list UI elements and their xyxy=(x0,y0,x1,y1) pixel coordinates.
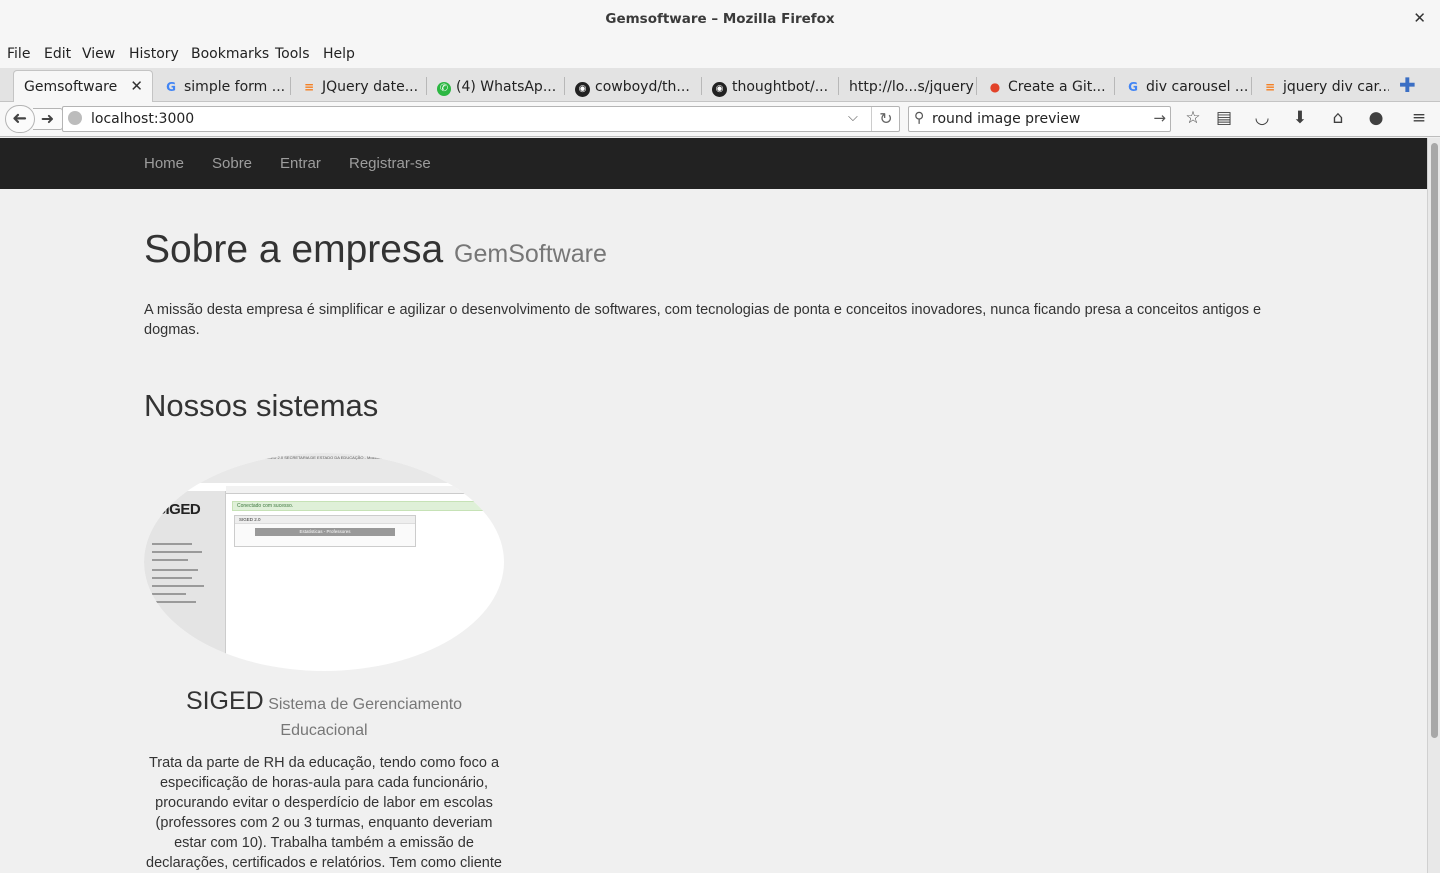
tab-label: Create a Git... xyxy=(1008,79,1106,95)
system-description: Trata da parte de RH da educação, tendo … xyxy=(146,755,502,871)
tab-localhost-jquery[interactable]: http://lo...s/jquery xyxy=(839,72,976,102)
window-title: Gemsoftware – Mozilla Firefox xyxy=(605,11,835,27)
tab-cowboyd[interactable]: ◉ cowboyd/th... xyxy=(565,72,701,102)
tab-label: http://lo...s/jquery xyxy=(849,79,974,95)
scrollbar-thumb[interactable] xyxy=(1431,143,1438,738)
search-input[interactable] xyxy=(932,110,1147,128)
reading-list-icon[interactable]: ▤ xyxy=(1213,108,1235,128)
tab-bar: Gemsoftware ✕ Gsimple form ... ≡ JQuery d… xyxy=(0,68,1440,103)
back-forward-group: ➜ ➜ xyxy=(5,105,63,133)
thumb-sidebar-line xyxy=(152,559,188,561)
site-identity-icon[interactable] xyxy=(68,111,82,125)
siged-screenshot-image: SIGED 2.0 SECRETARIA DE ESTADO DA EDUCAÇ… xyxy=(144,453,504,671)
system-name: SIGED xyxy=(185,687,264,715)
home-icon[interactable]: ⌂ xyxy=(1327,108,1349,128)
tab-whatsapp[interactable]: ✆ (4) WhatsAp... xyxy=(427,72,564,102)
google-icon: G xyxy=(1128,80,1138,94)
menu-file[interactable]: File xyxy=(7,46,30,62)
chevron-down-icon[interactable]: ⌵ xyxy=(848,110,858,125)
downloads-icon[interactable]: ⬇ xyxy=(1289,108,1311,128)
window-close-icon[interactable]: ✕ xyxy=(1413,9,1426,27)
search-go-icon[interactable]: → xyxy=(1153,109,1166,127)
arrow-right-icon: ➜ xyxy=(40,109,55,128)
thumb-sidebar-line xyxy=(152,551,202,553)
new-tab-icon[interactable]: ✚ xyxy=(1399,73,1416,97)
tab-div-carousel[interactable]: Gdiv carousel ... xyxy=(1115,72,1251,102)
page-title: Sobre a empresa GemSoftware xyxy=(144,228,607,272)
nav-link-registrar[interactable]: Registrar-se xyxy=(349,155,431,172)
whatsapp-icon: ✆ xyxy=(437,82,451,96)
search-bar[interactable]: ⚲ → xyxy=(908,106,1171,132)
mission-text: A missão desta empresa é simplificar e a… xyxy=(144,302,1262,338)
tab-label: Gemsoftware xyxy=(24,79,118,95)
github-icon: ◉ xyxy=(712,82,727,97)
menu-bookmarks[interactable]: Bookmarks xyxy=(191,46,269,62)
window-titlebar: Gemsoftware – Mozilla Firefox ✕ xyxy=(0,0,1440,40)
stackoverflow-icon: ≡ xyxy=(303,80,315,94)
chat-icon[interactable]: ● xyxy=(1365,108,1387,128)
tab-label: simple form ... xyxy=(184,79,286,95)
menu-tools[interactable]: Tools xyxy=(275,46,310,62)
menu-edit[interactable]: Edit xyxy=(44,46,71,62)
tab-gemsoftware[interactable]: Gemsoftware ✕ xyxy=(13,70,153,103)
back-button[interactable]: ➜ xyxy=(5,105,35,133)
tab-jquery-date[interactable]: ≡ JQuery date... xyxy=(291,72,426,102)
tab-label: JQuery date... xyxy=(322,79,419,95)
nav-link-home[interactable]: Home xyxy=(144,155,184,172)
github-icon: ◉ xyxy=(575,82,590,97)
tab-label: jquery div car... xyxy=(1283,79,1389,95)
page-content: Home Sobre Entrar Registrar-se Sobre a e… xyxy=(0,138,1427,873)
tab-jquery-div-car[interactable]: ≡ jquery div car... xyxy=(1252,72,1389,102)
menu-bar: File Edit View History Bookmarks Tools H… xyxy=(0,40,1440,68)
nav-link-entrar[interactable]: Entrar xyxy=(280,155,321,172)
pocket-icon[interactable]: ◡ xyxy=(1251,108,1273,128)
thumb-sidebar-line xyxy=(152,543,192,545)
page-scrollbar[interactable] xyxy=(1427,138,1440,873)
tab-create-git[interactable]: ● Create a Git... xyxy=(977,72,1114,102)
menu-icon[interactable]: ≡ xyxy=(1408,108,1430,128)
thumb-sidebar-line xyxy=(152,569,198,571)
url-input[interactable] xyxy=(91,110,831,128)
arrow-left-icon: ➜ xyxy=(12,108,28,129)
thumb-panel: SIGED 2.0 Estatísticas - Professores xyxy=(234,515,416,547)
system-subtitle: Sistema de Gerenciamento Educacional xyxy=(268,696,463,739)
menu-view[interactable]: View xyxy=(82,46,115,62)
site-navbar: Home Sobre Entrar Registrar-se xyxy=(0,138,1427,189)
thumb-sidebar xyxy=(144,491,226,671)
reload-icon[interactable]: ↻ xyxy=(871,107,900,131)
thumb-topbar xyxy=(226,486,504,494)
bookmark-star-icon[interactable]: ☆ xyxy=(1182,108,1204,128)
thumb-alert: Conectado com sucesso. xyxy=(232,501,504,511)
tab-label: (4) WhatsAp... xyxy=(456,79,557,95)
forward-button[interactable]: ➜ xyxy=(33,108,63,130)
tab-thoughtbot[interactable]: ◉ thoughtbot/... xyxy=(702,72,838,102)
tab-label: div carousel ... xyxy=(1146,79,1249,95)
google-icon: G xyxy=(166,80,176,94)
thumb-sidebar-line xyxy=(152,593,186,595)
search-icon: ⚲ xyxy=(914,110,925,126)
thumb-panel-title: SIGED 2.0 xyxy=(235,516,415,524)
menu-help[interactable]: Help xyxy=(323,46,355,62)
gitlab-icon: ● xyxy=(989,80,1001,94)
tab-simple-form[interactable]: Gsimple form ... xyxy=(153,72,290,102)
system-caption: SIGED Sistema de Gerenciamento Educacion… xyxy=(144,686,504,744)
thumb-sidebar-line xyxy=(152,585,204,587)
tab-close-icon[interactable]: ✕ xyxy=(130,77,143,95)
page-title-text: Sobre a empresa xyxy=(144,228,444,271)
systems-heading: Nossos sistemas xyxy=(144,388,379,423)
thumb-window-title: SIGED 2.0 SECRETARIA DE ESTADO DA EDUCAÇ… xyxy=(264,455,393,460)
stackoverflow-icon: ≡ xyxy=(1264,80,1276,94)
thumb-panel-button: Estatísticas - Professores xyxy=(255,528,395,536)
menu-history[interactable]: History xyxy=(129,46,179,62)
thumb-logo: SIGED xyxy=(156,501,201,518)
nav-toolbar: ➜ ➜ ⌵ ↻ ⚲ → ☆ ▤ ◡ ⬇ ⌂ ● ≡ xyxy=(0,102,1440,137)
thumb-sidebar-line xyxy=(152,577,192,579)
nav-link-sobre[interactable]: Sobre xyxy=(212,155,252,172)
thumb-sidebar-line xyxy=(152,601,196,603)
tab-label: thoughtbot/... xyxy=(732,79,829,95)
tab-label: cowboyd/th... xyxy=(595,79,690,95)
page-title-small: GemSoftware xyxy=(454,240,607,268)
url-bar[interactable]: ⌵ ↻ xyxy=(62,106,900,132)
